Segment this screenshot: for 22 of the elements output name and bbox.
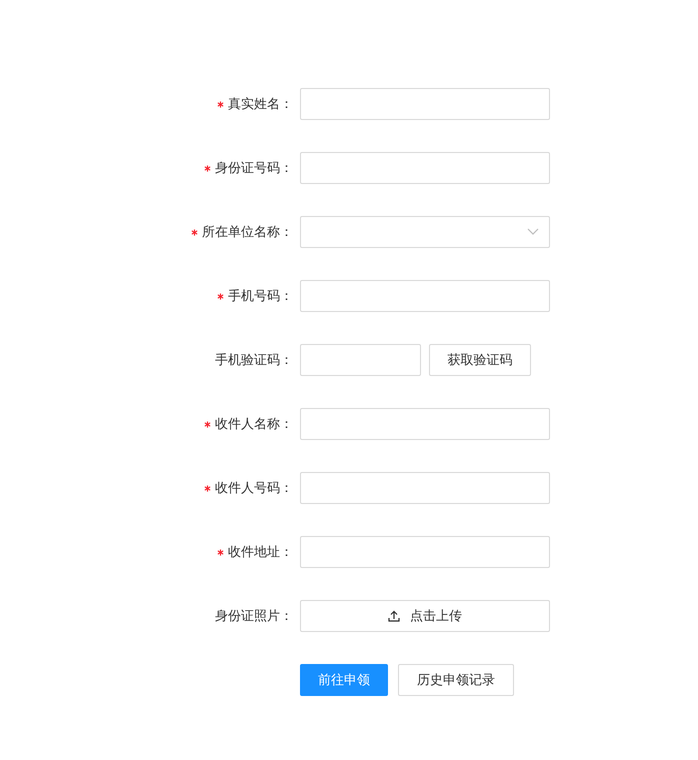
chevron-down-icon xyxy=(527,228,539,236)
text-field[interactable] xyxy=(300,472,550,504)
field-label: 真实姓名： xyxy=(228,96,293,113)
field-label: 收件人号码： xyxy=(215,480,293,497)
upload-button[interactable]: 点击上传 xyxy=(300,600,550,632)
upload-icon xyxy=(388,610,400,622)
text-field[interactable] xyxy=(300,152,550,184)
code-field[interactable] xyxy=(300,344,421,376)
text-field[interactable] xyxy=(300,536,550,568)
text-field[interactable] xyxy=(300,88,550,120)
field-label: 收件地址： xyxy=(228,544,293,561)
text-field[interactable] xyxy=(300,280,550,312)
field-label: 身份证照片： xyxy=(215,608,293,625)
field-label: 收件人名称： xyxy=(215,416,293,433)
text-field[interactable] xyxy=(300,408,550,440)
field-label: 所在单位名称： xyxy=(202,224,293,241)
history-button[interactable]: 历史申领记录 xyxy=(398,664,514,696)
field-label: 身份证号码： xyxy=(215,160,293,177)
get-code-button[interactable]: 获取验证码 xyxy=(429,344,531,376)
dropdown-field[interactable] xyxy=(300,216,550,248)
field-label: 手机验证码： xyxy=(215,352,293,369)
field-label: 手机号码： xyxy=(228,288,293,305)
